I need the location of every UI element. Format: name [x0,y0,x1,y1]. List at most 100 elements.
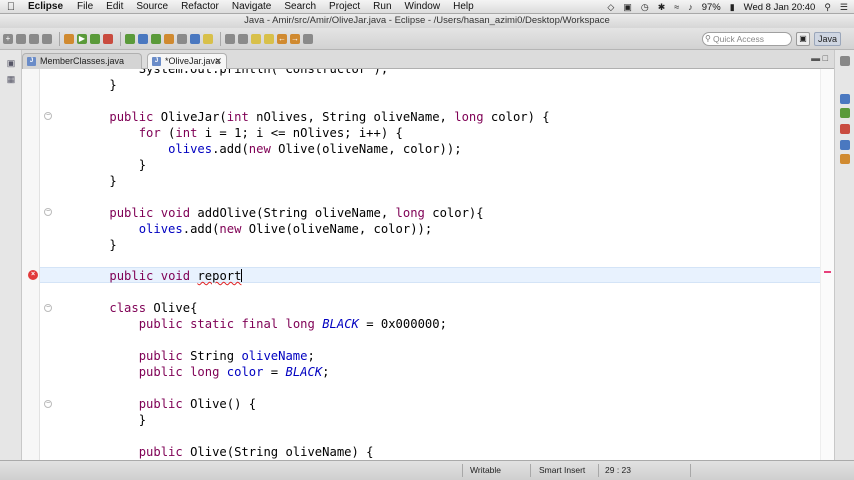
open-folder-icon[interactable] [164,33,174,44]
menu-navigate[interactable]: Navigate [232,1,271,12]
vertical-ruler [22,69,40,460]
code-line: for (int i = 1; i <= nOlives; i++) { [138,126,403,140]
menu-help[interactable]: Help [453,1,474,12]
code-line: } [80,174,117,188]
restore-icon[interactable]: ▣ [6,58,16,68]
code-line: } [80,158,147,172]
toggle-block-icon[interactable] [238,33,248,44]
tab-memberclasses-java[interactable]: J MemberClasses.java [22,53,142,69]
dropbox-icon[interactable]: ◇ [607,2,614,13]
fold-toggle-icon[interactable]: − [44,112,52,120]
back-icon[interactable]: ← [277,33,287,44]
notification-icon[interactable]: ☰ [840,2,848,13]
toolbar-separator [220,31,221,46]
app-menu[interactable]: Eclipse [28,1,63,12]
print-icon[interactable] [42,33,52,44]
pin-icon[interactable] [203,33,213,44]
menu-window[interactable]: Window [405,1,441,12]
javadoc-icon[interactable] [840,140,850,150]
new-package-icon[interactable] [138,33,148,44]
battery-status[interactable]: 97% [702,2,721,13]
new-class-icon[interactable] [151,33,161,44]
menu-file[interactable]: File [77,1,93,12]
error-icon[interactable]: × [28,270,38,280]
menu-project[interactable]: Project [329,1,360,12]
status-divider [690,464,691,477]
menu-edit[interactable]: Edit [106,1,123,12]
fold-ruler [39,69,40,460]
code-line: } [80,413,147,427]
status-divider [530,464,531,477]
menu-search[interactable]: Search [284,1,316,12]
wifi-icon[interactable]: ≈ [674,2,679,12]
prev-annotation-icon[interactable] [264,33,274,44]
code-line: olives.add(new Olive(oliveName, color)); [168,142,462,156]
code-line-current: public void report [109,269,243,283]
new-java-project-icon[interactable] [125,33,135,44]
fold-toggle-icon[interactable]: − [44,400,52,408]
text-caret [241,269,243,282]
forward-icon[interactable]: → [290,33,300,44]
toolbar-separator [59,31,60,46]
code-line: public Olive(String oliveName) { [138,445,374,459]
volume-icon[interactable]: ♪ [688,2,693,12]
clock[interactable]: Wed 8 Jan 20:40 [744,2,816,13]
last-edit-icon[interactable] [303,33,313,44]
error-marker[interactable] [824,271,831,273]
fold-toggle-icon[interactable]: − [44,208,52,216]
package-explorer-icon[interactable]: ▦ [6,74,16,84]
java-file-icon: J [27,57,36,66]
menu-source[interactable]: Source [136,1,168,12]
code-line: class Olive{ [109,301,198,315]
code-line: public void addOlive(String oliveName, l… [109,206,484,220]
tab-label: *OliveJar.java [165,56,221,66]
code-editor[interactable]: − − − − × System.out.println("Constructo… [22,69,834,460]
fold-toggle-icon[interactable]: − [44,304,52,312]
search-icon[interactable] [190,33,200,44]
spotlight-icon[interactable]: ⚲ [824,2,831,13]
status-bar: Writable Smart Insert 29 : 23 [0,460,854,480]
menu-refactor[interactable]: Refactor [181,1,219,12]
status-cursor-position: 29 : 23 [605,465,631,475]
bluetooth-icon[interactable]: ✱ [658,2,666,13]
quick-access-placeholder: Quick Access [713,34,765,44]
code-line: System.out.println("Constructor"); [80,69,389,76]
timemachine-icon[interactable]: ◷ [641,2,649,13]
menu-run[interactable]: Run [373,1,391,12]
quick-access-field[interactable]: ⚲ Quick Access [702,32,792,46]
new-icon[interactable]: + [3,33,13,44]
apple-icon[interactable]:  [0,1,22,13]
status-insert-mode: Smart Insert [539,465,586,475]
code-line: } [80,238,117,252]
tab-olivejar-java[interactable]: J *OliveJar.java ✕ [147,53,227,69]
tab-label: MemberClasses.java [40,56,125,66]
save-all-icon[interactable] [29,33,39,44]
run-icon[interactable]: ▶ [77,33,87,44]
save-icon[interactable] [16,33,26,44]
task-list-icon[interactable] [840,94,850,104]
external-tools-icon[interactable] [103,33,113,44]
search-icon: ⚲ [705,34,711,43]
toggle-mark-icon[interactable] [225,33,235,44]
outline-icon[interactable] [840,108,850,118]
minimize-maximize-icons[interactable]: ▬ □ [811,53,828,63]
status-divider [598,464,599,477]
code-line: } [80,78,117,92]
toolbar-separator [120,31,121,46]
open-perspective-icon[interactable]: ▣ [796,32,810,46]
problems-icon[interactable] [840,124,850,134]
display-icon[interactable]: ▣ [623,2,632,13]
editor-tab-bar: J MemberClasses.java J *OliveJar.java ✕ … [22,50,834,69]
java-perspective-button[interactable]: Java [814,32,842,46]
restore-icon[interactable] [840,56,850,66]
code-line: public long color = BLACK; [138,365,330,379]
debug-icon[interactable] [64,33,74,44]
close-icon[interactable]: ✕ [214,54,222,69]
declaration-icon[interactable] [840,154,850,164]
overview-ruler[interactable] [820,69,834,460]
open-type-icon[interactable] [177,33,187,44]
window-title: Java - Amir/src/Amir/OliveJar.java - Ecl… [0,14,854,28]
run-last-icon[interactable] [90,33,100,44]
perspective-switcher: ▣ Java [796,31,854,47]
next-annotation-icon[interactable] [251,33,261,44]
